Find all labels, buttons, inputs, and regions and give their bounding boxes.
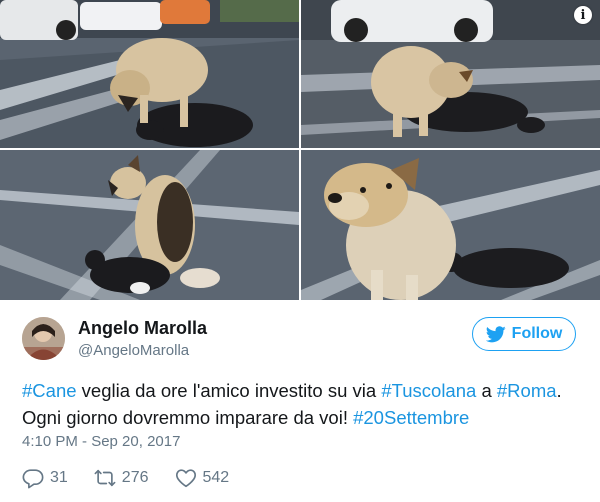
tweet-photo-grid: i — [0, 0, 600, 300]
tweet-photo-2[interactable] — [301, 0, 600, 148]
reply-icon — [22, 469, 44, 489]
retweet-button[interactable]: 276 — [94, 467, 149, 489]
retweet-count: 276 — [121, 469, 149, 486]
retweet-icon — [94, 469, 116, 487]
tweet-photo-1[interactable] — [0, 0, 299, 148]
bird-icon — [485, 325, 506, 342]
like-button[interactable]: 542 — [175, 467, 230, 489]
tweet-header: Angelo Marolla @AngeloMarolla Follow — [22, 316, 582, 364]
tweet-photo-4[interactable] — [301, 150, 600, 300]
tweet-timestamp[interactable]: 4:10 PM - Sep 20, 2017 — [22, 433, 180, 450]
like-count: 542 — [202, 469, 230, 486]
hashtag-tuscolana[interactable]: #Tuscolana — [381, 380, 476, 401]
reply-count: 31 — [50, 469, 68, 486]
info-icon[interactable]: i — [574, 6, 592, 24]
tweet-text: #Cane veglia da ore l'amico investito su… — [22, 377, 582, 431]
tweet-photo-3[interactable] — [0, 150, 299, 300]
user-display-name[interactable]: Angelo Marolla — [78, 318, 207, 339]
hashtag-20settembre[interactable]: #20Settembre — [353, 407, 469, 428]
tweet-actions: 31 276 542 — [22, 466, 255, 490]
tweet-text-segment: a — [476, 380, 497, 401]
photo-4-image — [301, 150, 600, 300]
avatar[interactable] — [22, 317, 65, 360]
follow-button[interactable]: Follow — [472, 317, 576, 351]
heart-icon — [175, 469, 196, 488]
photo-3-image — [0, 150, 299, 300]
follow-label: Follow — [511, 325, 563, 342]
reply-button[interactable]: 31 — [22, 467, 68, 489]
hashtag-roma[interactable]: #Roma — [497, 380, 557, 401]
photo-1-image — [0, 0, 299, 148]
tweet-text-segment: veglia da ore l'amico investito su via — [76, 380, 382, 401]
hashtag-cane[interactable]: #Cane — [22, 380, 77, 401]
user-handle[interactable]: @AngeloMarolla — [78, 342, 189, 359]
photo-2-image — [301, 0, 600, 148]
avatar-image — [22, 317, 65, 360]
